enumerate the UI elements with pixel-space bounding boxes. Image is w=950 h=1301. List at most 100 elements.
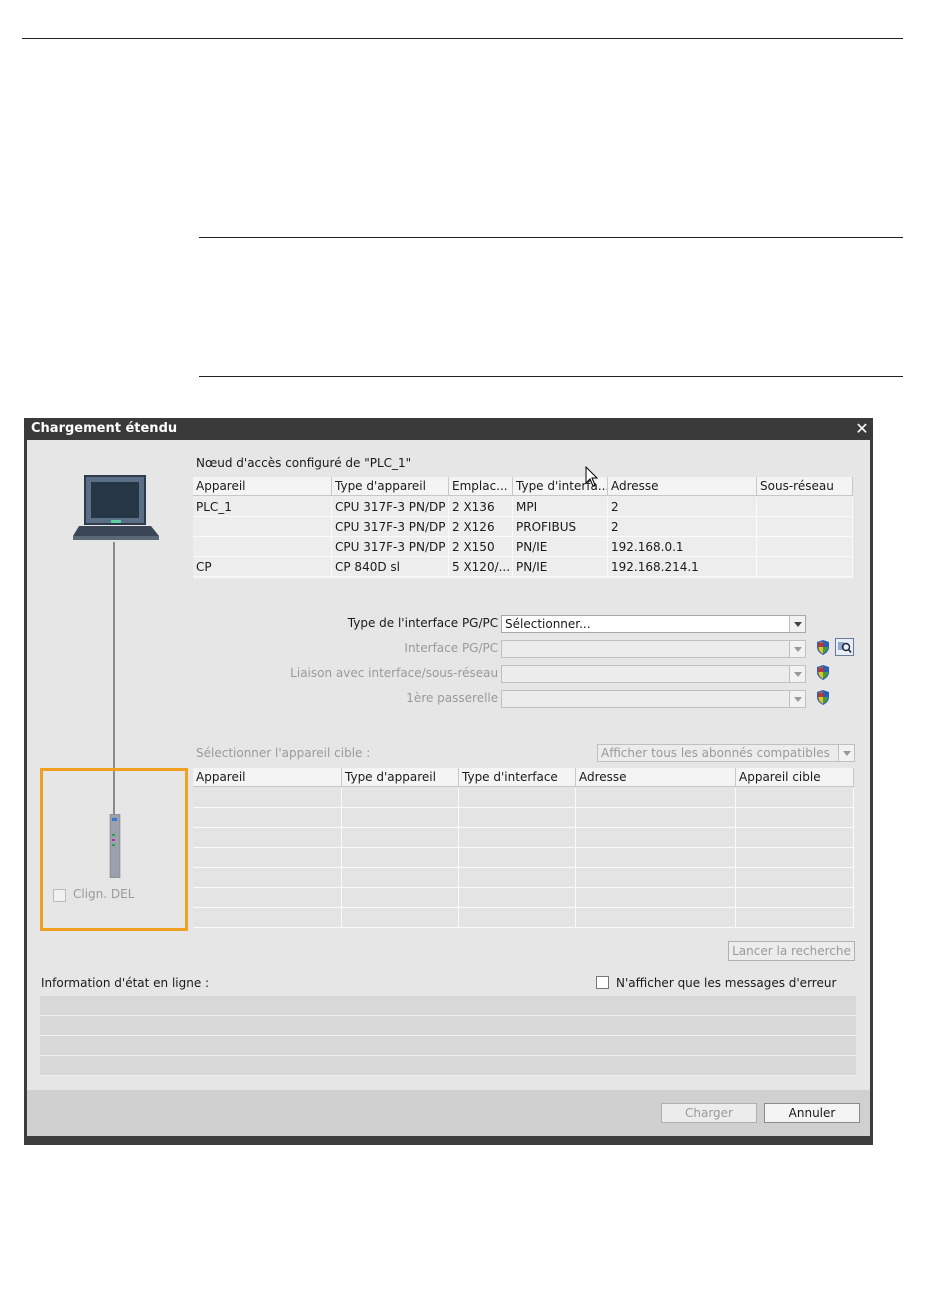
shield-icon[interactable] bbox=[816, 665, 830, 680]
chevron-down-icon[interactable] bbox=[789, 616, 805, 632]
cell bbox=[459, 908, 576, 928]
cell: 192.168.0.1 bbox=[608, 537, 757, 557]
cell: CPU 317F-3 PN/DP bbox=[332, 537, 449, 557]
cell bbox=[342, 848, 459, 868]
target-filter-select[interactable]: Afficher tous les abonnés compatibles bbox=[597, 744, 855, 762]
target-device-table: Appareil Type d'appareil Type d'interfac… bbox=[193, 768, 854, 930]
col-sous-reseau[interactable]: Sous-réseau bbox=[757, 477, 853, 495]
dialog-content: Clign. DEL Nœud d'accès configuré de "PL… bbox=[27, 440, 870, 1090]
col-adresse[interactable]: Adresse bbox=[608, 477, 757, 495]
table-row[interactable]: PLC_1 CPU 317F-3 PN/DP 2 X136 MPI 2 bbox=[193, 497, 853, 517]
configured-node-table: Appareil Type d'appareil Emplac... Type … bbox=[193, 477, 853, 579]
cell: PLC_1 bbox=[193, 497, 332, 517]
cell: 192.168.214.1 bbox=[608, 557, 757, 577]
chevron-down-icon[interactable] bbox=[789, 691, 805, 707]
cell bbox=[342, 888, 459, 908]
cell bbox=[459, 868, 576, 888]
table-row[interactable] bbox=[193, 908, 854, 928]
search-device-icon[interactable] bbox=[835, 638, 854, 656]
cell bbox=[736, 828, 854, 848]
table-row[interactable]: CPU 317F-3 PN/DP 2 X126 PROFIBUS 2 bbox=[193, 517, 853, 537]
laptop-icon bbox=[73, 475, 159, 540]
cell bbox=[576, 828, 736, 848]
close-icon[interactable]: ✕ bbox=[853, 420, 871, 438]
cell bbox=[193, 908, 342, 928]
extended-download-dialog: Chargement étendu ✕ Clign. DEL Nœud d'ac… bbox=[24, 418, 873, 1145]
table-row[interactable] bbox=[193, 888, 854, 908]
cell bbox=[193, 848, 342, 868]
cancel-button[interactable]: Annuler bbox=[764, 1103, 860, 1123]
cell: CP bbox=[193, 557, 332, 577]
shield-icon[interactable] bbox=[816, 640, 830, 655]
errors-only-checkbox[interactable] bbox=[596, 976, 609, 989]
table-row[interactable]: CPU 317F-3 PN/DP 2 X150 PN/IE 192.168.0.… bbox=[193, 537, 853, 557]
table-row[interactable] bbox=[193, 828, 854, 848]
dialog-title: Chargement étendu bbox=[31, 421, 178, 436]
col-type-interface[interactable]: Type d'interface bbox=[459, 768, 576, 786]
cell: PN/IE bbox=[513, 537, 608, 557]
cell bbox=[193, 537, 332, 557]
cell bbox=[576, 888, 736, 908]
load-button[interactable]: Charger bbox=[661, 1103, 757, 1123]
cell bbox=[193, 828, 342, 848]
cell bbox=[193, 808, 342, 828]
table-row[interactable] bbox=[193, 808, 854, 828]
col-appareil[interactable]: Appareil bbox=[193, 477, 332, 495]
start-search-button[interactable]: Lancer la recherche bbox=[728, 941, 855, 961]
col-type-appareil[interactable]: Type d'appareil bbox=[342, 768, 459, 786]
cell bbox=[459, 828, 576, 848]
cell bbox=[342, 828, 459, 848]
configured-node-heading: Nœud d'accès configuré de "PLC_1" bbox=[196, 456, 412, 470]
status-row bbox=[40, 1016, 856, 1036]
table-row[interactable] bbox=[193, 868, 854, 888]
cell bbox=[342, 908, 459, 928]
pgpc-interface-label: Interface PG/PC : bbox=[404, 641, 506, 655]
cell bbox=[193, 868, 342, 888]
blink-led-label: Clign. DEL bbox=[73, 887, 135, 901]
cell bbox=[736, 888, 854, 908]
online-status-label: Information d'état en ligne : bbox=[41, 976, 210, 990]
cell: CP 840D sl bbox=[332, 557, 449, 577]
section-rule-1 bbox=[199, 237, 903, 238]
cell bbox=[757, 557, 853, 577]
cell bbox=[736, 868, 854, 888]
mouse-cursor-icon bbox=[585, 466, 599, 487]
table-row[interactable] bbox=[193, 788, 854, 808]
col-appareil[interactable]: Appareil bbox=[193, 768, 342, 786]
configured-table-header: Appareil Type d'appareil Emplac... Type … bbox=[193, 477, 853, 496]
pgpc-type-select[interactable]: Sélectionner... bbox=[501, 615, 806, 633]
col-adresse[interactable]: Adresse bbox=[576, 768, 736, 786]
cell bbox=[736, 808, 854, 828]
cell: 5 X120/... bbox=[449, 557, 513, 577]
blink-led-checkbox[interactable] bbox=[53, 889, 66, 902]
chevron-down-icon[interactable] bbox=[789, 641, 805, 657]
table-row[interactable]: CP CP 840D sl 5 X120/... PN/IE 192.168.2… bbox=[193, 557, 853, 577]
cell bbox=[757, 537, 853, 557]
cell bbox=[576, 808, 736, 828]
col-appareil-cible[interactable]: Appareil cible bbox=[736, 768, 854, 786]
gateway-select[interactable] bbox=[501, 690, 806, 708]
link-subnet-select[interactable] bbox=[501, 665, 806, 683]
cell bbox=[736, 908, 854, 928]
pgpc-interface-select[interactable] bbox=[501, 640, 806, 658]
cell bbox=[193, 517, 332, 537]
chevron-down-icon[interactable] bbox=[838, 745, 854, 761]
shield-icon[interactable] bbox=[816, 690, 830, 705]
chevron-down-icon[interactable] bbox=[789, 666, 805, 682]
errors-only-label: N'afficher que les messages d'erreur bbox=[616, 976, 837, 990]
cell bbox=[193, 788, 342, 808]
table-row[interactable] bbox=[193, 848, 854, 868]
cell bbox=[459, 808, 576, 828]
cell bbox=[459, 888, 576, 908]
pgpc-type-label: Type de l'interface PG/PC : bbox=[347, 616, 506, 630]
cell bbox=[342, 868, 459, 888]
cell: 2 X136 bbox=[449, 497, 513, 517]
status-row bbox=[40, 996, 856, 1016]
cell bbox=[459, 788, 576, 808]
cell bbox=[576, 908, 736, 928]
cell bbox=[193, 888, 342, 908]
col-emplacement[interactable]: Emplac... bbox=[449, 477, 513, 495]
cell: CPU 317F-3 PN/DP bbox=[332, 497, 449, 517]
cell bbox=[576, 788, 736, 808]
col-type-appareil[interactable]: Type d'appareil bbox=[332, 477, 449, 495]
